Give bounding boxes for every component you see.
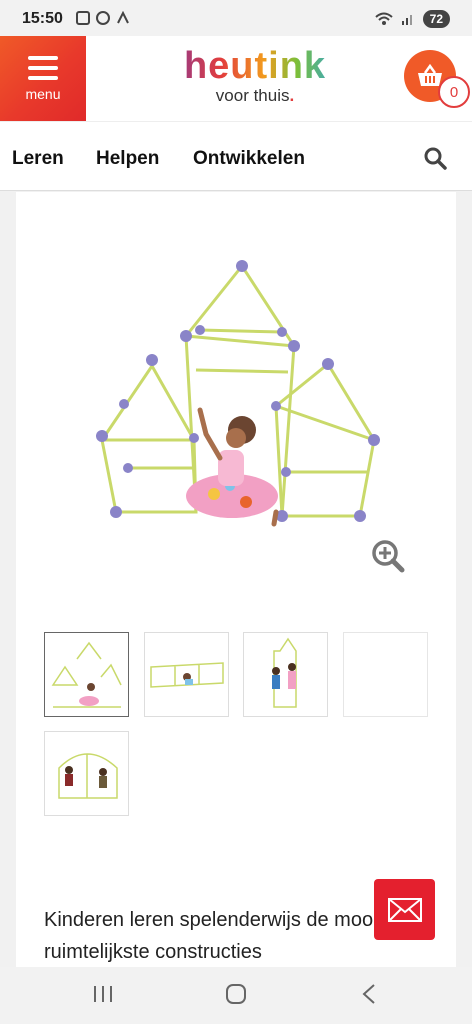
zoom-in-icon: [372, 540, 405, 573]
menu-button[interactable]: menu: [0, 36, 86, 121]
zoom-button[interactable]: [370, 538, 406, 579]
thumbnail-3[interactable]: [243, 632, 328, 717]
wifi-icon: [374, 12, 393, 25]
activity-icon: [116, 10, 130, 25]
main-nav: Leren Helpen Ontwikkelen: [0, 121, 472, 191]
thumbnail-2[interactable]: [144, 632, 229, 717]
back-icon: [362, 984, 375, 1004]
nav-item-ontwikkelen[interactable]: Ontwikkelen: [193, 148, 305, 170]
home-button[interactable]: [224, 983, 248, 1010]
product-content: Kinderen leren spelenderwijs de mooiste …: [16, 192, 456, 967]
product-main-image[interactable]: [96, 254, 396, 534]
recent-apps-button[interactable]: [92, 983, 114, 1010]
search-button[interactable]: [423, 146, 447, 175]
back-button[interactable]: [360, 983, 378, 1010]
thumbnail-5[interactable]: [44, 731, 129, 816]
screenshot-icon: [76, 11, 90, 25]
whatsapp-icon: [96, 11, 110, 25]
status-time: 15:50: [22, 10, 63, 27]
search-icon: [424, 147, 447, 170]
cart-count-badge: 0: [438, 76, 470, 108]
signal-icon: [401, 15, 412, 25]
contact-mail-button[interactable]: [374, 879, 435, 940]
menu-label: menu: [25, 85, 61, 102]
logo-brand: heutink: [170, 46, 340, 86]
site-logo[interactable]: heutink voor thuis.: [170, 46, 340, 106]
logo-tagline: voor thuis.: [215, 86, 295, 105]
nav-item-helpen[interactable]: Helpen: [96, 148, 159, 170]
battery-indicator: 72: [422, 10, 450, 28]
system-navbar: [0, 967, 472, 1024]
thumbnail-4[interactable]: [343, 632, 428, 717]
hamburger-icon: [28, 55, 58, 80]
mail-icon: [387, 897, 422, 922]
thumbnail-1[interactable]: [44, 632, 129, 717]
status-bar: 15:50 72: [0, 0, 472, 36]
status-notification-icons: [76, 10, 130, 25]
home-icon: [226, 984, 246, 1004]
recent-apps-icon: [94, 986, 112, 1002]
site-header: menu heutink voor thuis. 0: [0, 36, 472, 121]
nav-item-leren[interactable]: Leren: [12, 148, 64, 170]
